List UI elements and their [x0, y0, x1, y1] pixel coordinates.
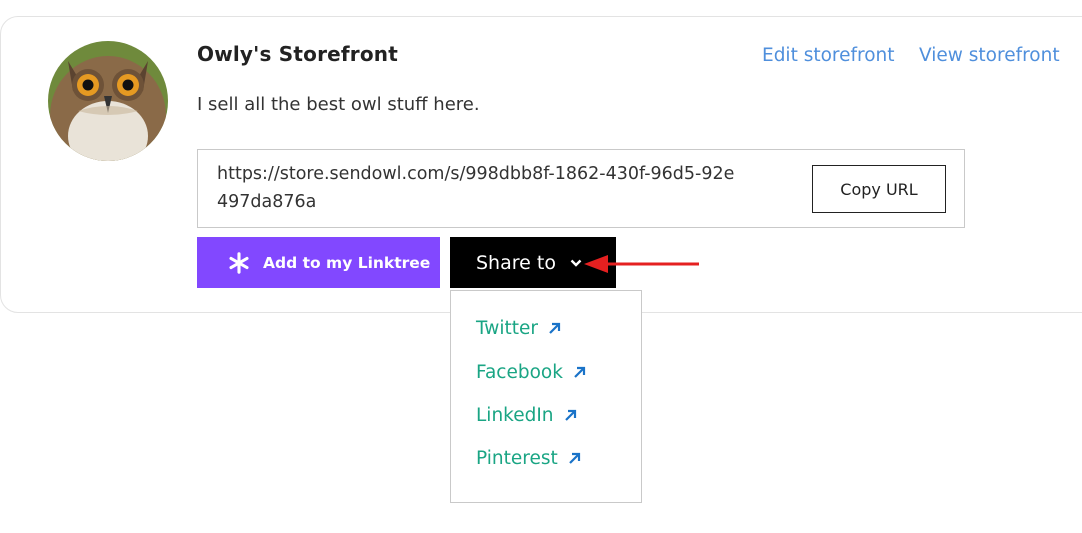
annotation-arrow-icon [584, 255, 699, 273]
share-menu-item-twitter[interactable]: Twitter [476, 318, 561, 339]
store-url-box: https://store.sendowl.com/s/998dbb8f-186… [197, 149, 965, 228]
store-description: I sell all the best owl stuff here. [197, 94, 480, 115]
external-arrow-icon [568, 452, 580, 464]
share-dropdown-menu: Twitter Facebook LinkedIn Pinterest [450, 290, 642, 503]
share-menu-item-label: LinkedIn [476, 405, 554, 426]
copy-url-button[interactable]: Copy URL [812, 165, 946, 213]
store-avatar [48, 41, 168, 161]
linktree-asterisk-icon [229, 251, 249, 274]
linktree-button-label: Add to my Linktree [263, 253, 431, 272]
share-menu-item-label: Facebook [476, 362, 563, 383]
add-to-linktree-button[interactable]: Add to my Linktree [197, 237, 440, 288]
owl-avatar-icon [48, 41, 168, 161]
share-menu-item-pinterest[interactable]: Pinterest [476, 448, 581, 469]
external-arrow-icon [549, 322, 561, 334]
share-button-label: Share to [476, 251, 556, 274]
share-menu-item-label: Twitter [476, 318, 539, 339]
edit-storefront-link[interactable]: Edit storefront [762, 45, 895, 66]
external-arrow-icon [564, 409, 576, 421]
share-menu-item-facebook[interactable]: Facebook [476, 362, 586, 383]
share-menu-item-label: Pinterest [476, 448, 558, 469]
share-menu-item-linkedin[interactable]: LinkedIn [476, 405, 577, 426]
store-url-text: https://store.sendowl.com/s/998dbb8f-186… [217, 164, 735, 212]
chevron-down-icon [570, 259, 582, 267]
external-arrow-icon [574, 366, 586, 378]
store-title: Owly's Storefront [197, 42, 398, 66]
view-storefront-link[interactable]: View storefront [919, 45, 1060, 66]
